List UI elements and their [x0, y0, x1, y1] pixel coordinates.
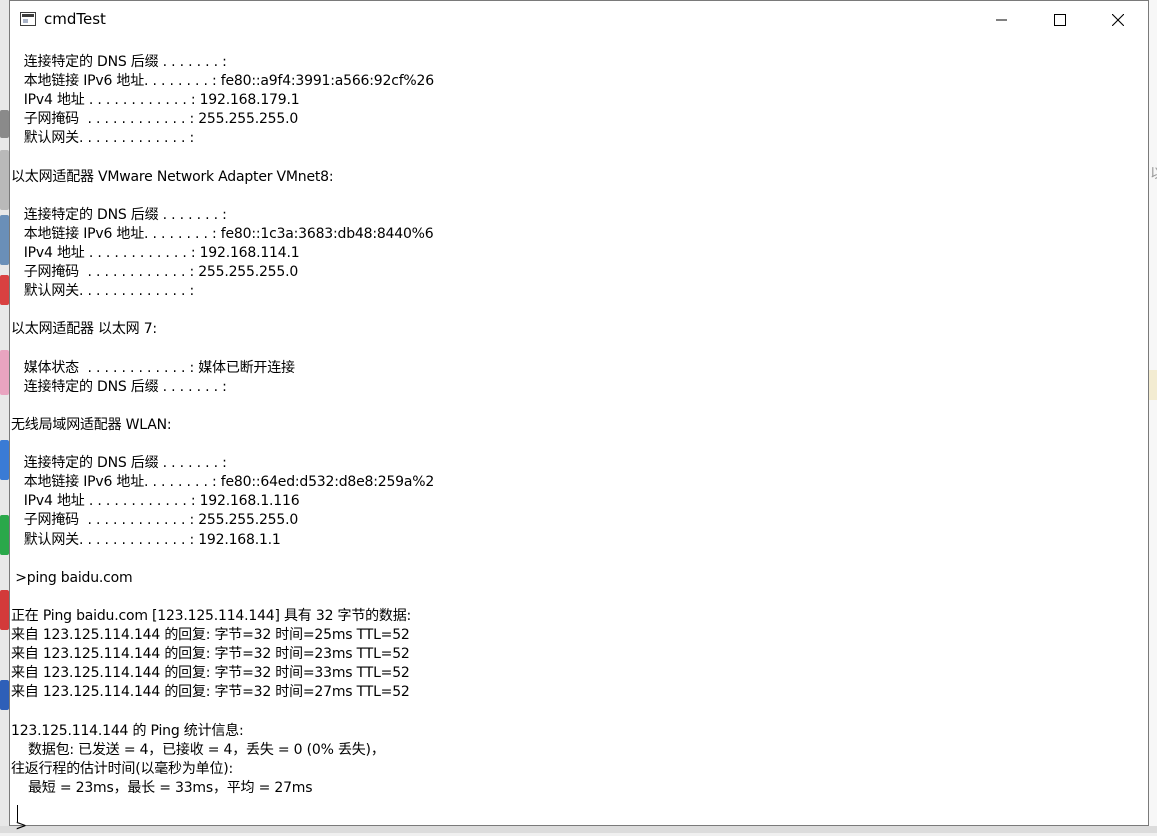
console-line: IPv4 地址 . . . . . . . . . . . . : 192.16… [11, 245, 300, 261]
console-line: 以太网适配器 VMware Network Adapter VMnet8: [11, 168, 334, 185]
console-line: 连接特定的 DNS 后缀 . . . . . . . : [11, 455, 227, 472]
console-line: 本地链接 IPv6 地址. . . . . . . . : fe80::a9f4… [11, 73, 434, 90]
console-line: 子网掩码 . . . . . . . . . . . . : 255.255.2… [11, 512, 299, 529]
desktop-icon-fragment [0, 275, 9, 305]
console-line: 123.125.114.144 的 Ping 统计信息: [11, 722, 244, 739]
desktop-icon-fragment [0, 110, 9, 138]
console-line: 子网掩码 . . . . . . . . . . . . : 255.255.2… [11, 111, 299, 128]
console-line: >ping baidu.com [11, 569, 133, 586]
console-line: 无线局域网适配器 WLAN: [11, 416, 172, 433]
console-line: > [11, 818, 27, 834]
desktop-glyph-fragment: 以 [1150, 163, 1157, 183]
console-line: 本地链接 IPv6 地址. . . . . . . . : fe80::64ed… [11, 474, 435, 491]
minimize-icon [996, 19, 1007, 21]
desktop-icon-fragment [0, 515, 9, 555]
console-line: 连接特定的 DNS 后缀 . . . . . . . : [11, 206, 227, 223]
console-line: 最短 = 23ms，最长 = 33ms，平均 = 27ms [11, 779, 313, 796]
desktop-icon-fragment [0, 680, 9, 710]
text-cursor [17, 805, 18, 822]
console-line: 媒体状态 . . . . . . . . . . . . : 媒体已断开连接 [11, 359, 295, 376]
console-line: 正在 Ping baidu.com [123.125.114.144] 具有 3… [11, 607, 412, 624]
desktop-icon-fragment [0, 215, 9, 265]
console-line: 连接特定的 DNS 后缀 . . . . . . . : [11, 54, 227, 70]
desktop-background-right [1149, 0, 1157, 833]
close-button[interactable] [1095, 1, 1141, 38]
desktop-fragment [1149, 370, 1157, 400]
maximize-button[interactable] [1037, 1, 1083, 38]
console-line: IPv4 地址 . . . . . . . . . . . . : 192.16… [11, 92, 300, 109]
console-line: 以太网适配器 以太网 7: [11, 321, 157, 338]
desktop-icon-fragment [0, 350, 9, 395]
console-line: 来自 123.125.114.144 的回复: 字节=32 时间=33ms TT… [11, 665, 410, 682]
console-line: 来自 123.125.114.144 的回复: 字节=32 时间=27ms TT… [11, 684, 410, 701]
window-title: cmdTest [44, 10, 106, 28]
desktop-icon-fragment [0, 150, 9, 210]
console-window: cmdTest 连接特定的 DNS 后缀 . . . . . . . : 本地链… [9, 0, 1149, 834]
console-line: 往返行程的估计时间(以毫秒为单位): [11, 760, 234, 777]
console-app-icon[interactable] [20, 12, 36, 26]
console-line: 默认网关. . . . . . . . . . . . . : 192.168.… [11, 531, 281, 548]
maximize-icon [1054, 14, 1066, 26]
console-line: 连接特定的 DNS 后缀 . . . . . . . : [11, 378, 227, 395]
console-line: 来自 123.125.114.144 的回复: 字节=32 时间=23ms TT… [11, 646, 410, 663]
desktop-icon-fragment [0, 590, 9, 630]
console-line: 子网掩码 . . . . . . . . . . . . : 255.255.2… [11, 264, 299, 281]
console-line: 默认网关. . . . . . . . . . . . . : [11, 130, 194, 147]
console-line: IPv4 地址 . . . . . . . . . . . . : 192.16… [11, 493, 300, 510]
desktop-icon-fragment [0, 440, 9, 480]
minimize-button[interactable] [979, 1, 1025, 38]
console-line: 本地链接 IPv6 地址. . . . . . . . : fe80::1c3a… [11, 225, 434, 242]
console-line: 默认网关. . . . . . . . . . . . . : [11, 283, 194, 300]
console-line: 数据包: 已发送 = 4，已接收 = 4，丢失 = 0 (0% 丢失)， [11, 741, 385, 758]
console-output[interactable]: 连接特定的 DNS 后缀 . . . . . . . : 本地链接 IPv6 地… [11, 44, 1147, 834]
console-line: 来自 123.125.114.144 的回复: 字节=32 时间=25ms TT… [11, 627, 410, 643]
title-bar[interactable]: cmdTest [10, 1, 1148, 38]
taskbar-edge [0, 826, 1157, 833]
close-icon [1112, 14, 1124, 26]
